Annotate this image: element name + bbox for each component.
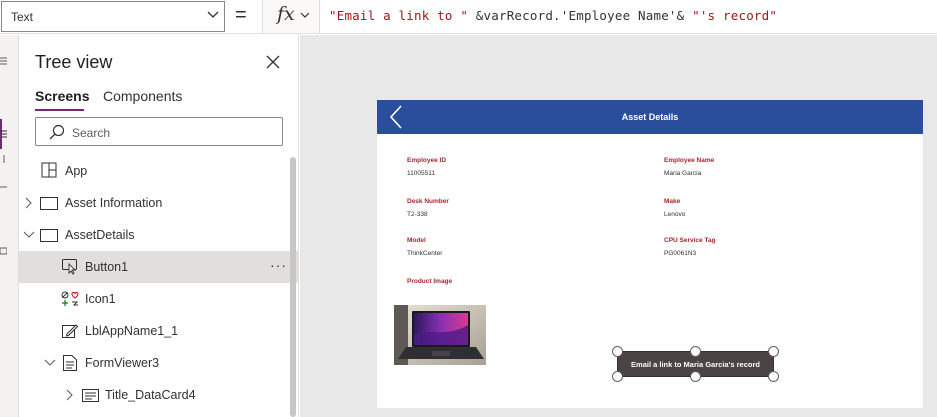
formula-string-2: "'s record" [692, 8, 778, 23]
resize-handle-top-right[interactable] [768, 346, 779, 357]
search-placeholder: Search [72, 126, 111, 140]
data-icon[interactable] [0, 183, 7, 191]
tree-view-title: Tree view [35, 52, 113, 72]
label-icon [62, 324, 78, 338]
tree-item-label: Asset Information [65, 196, 163, 210]
equals-sign: = [235, 4, 247, 26]
tree-item-label: Button1 [85, 260, 129, 274]
formula-string-1: "Email a link to " [329, 8, 469, 23]
tree-view-icon[interactable] [0, 130, 7, 138]
app-header: Asset Details [377, 100, 923, 134]
tree-item-label: App [65, 164, 88, 178]
formula-input[interactable]: "Email a link to " &varRecord.'Employee … [329, 8, 777, 23]
chevron-down-icon[interactable] [23, 231, 35, 239]
property-dropdown-value: Text [11, 10, 34, 24]
app-screen-asset-details: Asset Details Employee ID 11005511 Emplo… [377, 100, 923, 408]
tab-screens[interactable]: Screens [35, 88, 89, 104]
more-options-button[interactable]: ··· [270, 257, 287, 273]
field-value-model: ThinkCenter [407, 250, 443, 257]
tree-item-lblappname1-1[interactable]: LblAppName1_1 [19, 315, 298, 347]
tree-item-label: Title_DataCard4 [105, 388, 196, 402]
icons-icon [61, 291, 79, 306]
card-icon [82, 389, 99, 402]
field-label-desk-number: Desk Number [407, 198, 449, 205]
field-label-model: Model [407, 237, 426, 244]
tree-item-label: AssetDetails [65, 228, 135, 242]
field-value-employee-id: 11005511 [407, 170, 435, 177]
chevron-right-icon[interactable] [25, 197, 33, 209]
field-value-employee-name: Maria Garcia [664, 170, 702, 177]
field-label-cpu-service-tag: CPU Service Tag [664, 237, 716, 244]
formula-bar: Text = fx "Email a link to " &varRecord.… [0, 0, 937, 34]
field-value-make: Lenovo [664, 211, 686, 218]
tree-view-panel: Tree view Screens Components Search App … [19, 35, 299, 417]
tree-item-label: FormViewer3 [85, 356, 160, 370]
resize-handle-bottom[interactable] [690, 371, 701, 382]
laptop-image [394, 305, 486, 365]
field-label-employee-id: Employee ID [407, 157, 447, 164]
tree-scrollbar[interactable] [290, 157, 296, 417]
hamburger-icon[interactable] [0, 57, 7, 65]
tree-item-formviewer3[interactable]: FormViewer3 [19, 347, 298, 379]
active-tab-underline [35, 109, 84, 111]
tree-item-app[interactable]: App [19, 155, 298, 187]
chevron-down-icon [207, 11, 219, 18]
field-label-make: Make [664, 198, 681, 205]
app-header-title: Asset Details [621, 112, 679, 122]
fx-icon: fx [277, 3, 295, 25]
close-icon[interactable] [265, 54, 281, 70]
left-rail [0, 35, 19, 417]
tab-components[interactable]: Components [103, 88, 182, 104]
insert-icon[interactable] [0, 155, 7, 163]
fx-button[interactable]: fx [262, 0, 320, 33]
chevron-down-icon[interactable] [44, 359, 56, 367]
field-label-product-image: Product Image [407, 278, 453, 285]
tree-item-assetdetails[interactable]: AssetDetails [19, 219, 298, 251]
formula-expression: &varRecord.'Employee Name'& [468, 8, 693, 23]
media-icon[interactable] [0, 247, 7, 255]
tree-item-label: LblAppName1_1 [85, 324, 179, 338]
chevron-right-icon[interactable] [66, 389, 74, 401]
resize-handle-bottom-right[interactable] [768, 371, 779, 382]
tree-item-asset-information[interactable]: Asset Information [19, 187, 298, 219]
button-icon [62, 259, 77, 275]
tree-item-label: Icon1 [85, 292, 116, 306]
search-input[interactable]: Search [35, 117, 283, 146]
tree-item-title-datacard4[interactable]: Title_DataCard4 [19, 379, 298, 411]
product-image[interactable] [394, 305, 486, 365]
tree-item-icon1[interactable]: Icon1 [19, 283, 298, 315]
screen-icon [40, 229, 58, 242]
search-icon [49, 124, 65, 140]
field-value-desk-number: T2-338 [407, 211, 428, 218]
tree-item-button1[interactable]: Button1 ··· [19, 251, 298, 283]
form-icon [63, 355, 77, 371]
field-label-employee-name: Employee Name [664, 157, 715, 164]
resize-handle-bottom-left[interactable] [612, 371, 623, 382]
screen-icon [40, 197, 58, 210]
chevron-down-icon [300, 12, 310, 18]
field-value-cpu-service-tag: PG0061N3 [664, 250, 697, 257]
property-dropdown[interactable]: Text [1, 1, 225, 32]
resize-handle-top-left[interactable] [612, 346, 623, 357]
resize-handle-top[interactable] [690, 346, 701, 357]
app-icon [41, 162, 57, 178]
